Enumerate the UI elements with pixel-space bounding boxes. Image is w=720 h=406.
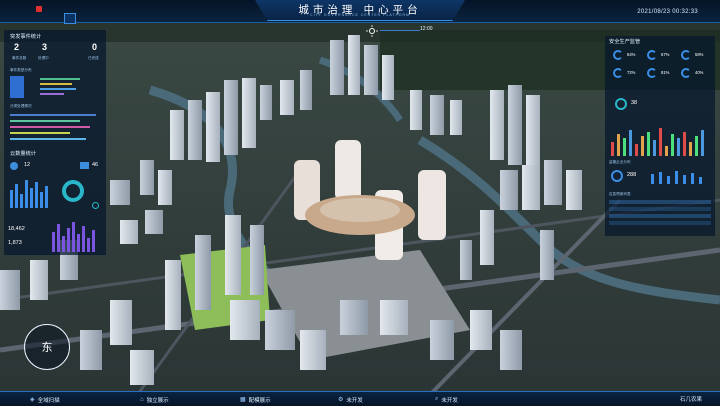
gauge-1-icon [613,50,623,60]
brand-label: 石几农果 [679,397,702,403]
nav-item-undeveloped-1[interactable]: ⚙ 未开发 [338,394,363,405]
event-done-caption: 已完成 [88,56,99,60]
gauge-6-icon [681,68,691,78]
quantity-value-2: 46 [92,162,99,168]
gauge-4-value: 72% [627,70,636,75]
gauge-5-value: 81% [661,70,670,75]
monitor-icon [80,162,89,169]
bottom-nav: ◈ 全域扫描 ⌂ 独立展示 ▦ 配模展示 ⚙ 未开发 ⌕ 未开发 石几农果 [0,391,720,406]
nav-item-scan[interactable]: ◈ 全域扫描 [30,394,60,405]
grid-icon: ▦ [240,397,246,403]
event-processing-caption: 处理中 [38,56,49,60]
nav-label-scan: 全域扫描 [37,397,60,404]
gauge-2-icon [647,50,657,60]
nav-item-model[interactable]: ▦ 配模展示 [240,394,271,405]
nav-label-model: 配模展示 [248,397,271,404]
home-icon: ⌂ [140,396,144,403]
gauge-row: 64% 67% 58% 72% 81% 40% [609,48,713,88]
quantity-value-1: 12 [24,162,31,168]
nav-label-undeveloped-2: 未开发 [441,397,458,404]
nav-item-standalone[interactable]: ⌂ 独立展示 [140,394,169,405]
event-processing-value: 3 [42,42,48,52]
page-subtitle: CITY GOVERNANCE CENTER PLATFORM [310,13,410,17]
title-plate: 城市治理 中心平台 CITY GOVERNANCE CENTER PLATFOR… [255,0,465,21]
colored-bar-chart [611,126,711,156]
sun-icon[interactable] [366,24,378,42]
gauge-3-value: 58% [695,52,704,57]
gauge-5-icon [647,68,657,78]
quantity-bar-chart [10,178,54,208]
compass-label: 东 [41,341,53,354]
stat-value: 38 [631,100,638,106]
safety-title: 安全生产监管 [609,39,641,45]
purple-bar-chart [52,222,100,252]
scan-icon: ◈ [30,397,35,403]
left-panel: 突发事件统计 2 3 0 事件总数 处理中 已完成 事件类型分布 分类处理情况 … [4,30,106,255]
quantity-bottom-1: 18,462 [8,226,25,232]
event-total-caption: 事件总数 [12,56,27,60]
event-type-chart [10,74,100,100]
chart2-title: 分类处理情况 [10,104,32,108]
plan-list[interactable] [609,200,711,234]
quantity-bottom-2: 1,873 [8,240,22,246]
search-magnifier-icon [92,202,99,209]
chart1-title: 事件类型分布 [10,68,32,72]
nav-label-standalone: 独立展示 [146,397,169,404]
quantity-stats-title: 云数量统计 [10,151,36,157]
donut-chart [62,180,84,202]
mini-bars [651,170,711,184]
total-ring-icon [611,170,623,182]
time-slider[interactable] [380,30,420,31]
gauge-4-icon [613,68,623,78]
gauge-1-value: 64% [627,52,636,57]
top-bar: 城市治理 中心平台 CITY GOVERNANCE CENTER PLATFOR… [0,0,720,24]
list-title: 监管企业分布 [609,160,631,164]
total-value: 288 [627,172,637,178]
plan-list-title: 应急预案列表 [609,192,631,196]
nav-item-undeveloped-2[interactable]: ⌕ 未开发 [435,394,458,405]
right-panel: 安全生产监管 64% 67% 58% 72% 81% 40% 38 监管企业分布… [605,36,715,236]
people-icon [10,162,18,170]
stat-ring-icon [615,98,627,110]
home-tab[interactable] [64,13,76,24]
nav-label-undeveloped-1: 未开发 [346,397,363,404]
gear-icon: ⚙ [338,397,344,403]
time-marker: 12:00 [420,26,433,32]
datetime: 2021/08/23 00:32:33 [637,9,698,15]
alert-icon[interactable] [36,6,42,12]
gauge-3-icon [681,50,691,60]
compass[interactable]: 东 [24,324,70,370]
gauge-2-value: 67% [661,52,670,57]
event-total-value: 2 [14,42,20,52]
event-done-value: 0 [92,42,98,52]
category-chart [10,110,100,144]
event-stats-title: 突发事件统计 [10,34,42,40]
search-icon: ⌕ [435,396,439,402]
gauge-6-value: 40% [695,70,704,75]
